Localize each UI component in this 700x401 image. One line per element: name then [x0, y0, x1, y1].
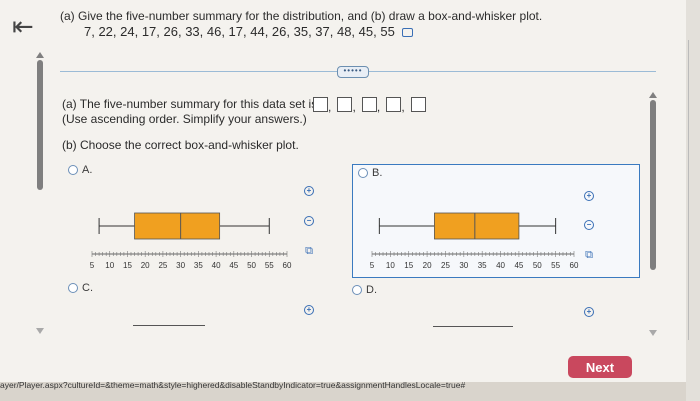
window-edge [686, 0, 700, 401]
boxplot-chart-b: 5 10 15 20 25 30 35 40 45 50 55 60 [370, 212, 579, 270]
x-tick-label: 45 [514, 261, 523, 270]
more-button[interactable]: ••••• [337, 66, 369, 78]
x-tick-label: 25 [441, 261, 450, 270]
scroll-up-arrow-icon[interactable] [36, 52, 44, 58]
status-url: ayer/Player.aspx?cultureId=&theme=math&s… [0, 380, 466, 390]
part-a-text: (a) The five-number summary for this dat… [62, 97, 317, 127]
x-tick-label: 60 [283, 261, 292, 270]
right-scrollbar-thumb[interactable] [650, 100, 656, 270]
zoom-in-icon-d[interactable]: + [582, 305, 596, 319]
iqr-box [434, 212, 520, 240]
x-tick-label: 30 [176, 261, 185, 270]
right-scroll-up-arrow-icon[interactable] [649, 92, 657, 98]
zoom-in-icon-c[interactable]: + [302, 303, 316, 317]
copy-data-icon[interactable] [402, 28, 414, 38]
x-tick-label: 35 [478, 261, 487, 270]
x-tick-label: 5 [90, 261, 95, 270]
answer-box-q1[interactable] [337, 97, 353, 113]
option-c-plot-partial [133, 325, 205, 326]
option-d-plot-partial [433, 326, 513, 327]
next-button[interactable]: Next [568, 356, 632, 378]
question-panel: ⇤ (a) Give the five-number summary for t… [0, 0, 686, 382]
answer-box-max[interactable] [410, 97, 426, 113]
option-a[interactable]: A. [68, 164, 92, 176]
x-tick-label: 10 [386, 261, 395, 270]
option-c-radio[interactable] [68, 283, 78, 293]
x-tick-label: 55 [265, 261, 274, 270]
part-a-line1: (a) The five-number summary for this dat… [62, 97, 318, 111]
option-c[interactable]: C. [68, 282, 93, 294]
x-tick-label: 60 [570, 261, 579, 270]
expand-icon-a[interactable]: ⧉ [302, 244, 316, 258]
zoom-in-icon-a[interactable]: + [302, 184, 316, 198]
x-tick-label: 20 [141, 261, 150, 270]
x-tick-label: 40 [496, 261, 505, 270]
option-a-label: A. [82, 164, 93, 176]
answer-box-q3[interactable] [386, 97, 402, 113]
option-b-label: B. [372, 167, 383, 179]
x-tick-label: 10 [105, 261, 114, 270]
zoom-out-icon-a[interactable]: − [302, 214, 316, 228]
iqr-box [134, 212, 221, 240]
question-prompt: (a) Give the five-number summary for the… [60, 9, 543, 23]
x-tick-label: 40 [212, 261, 221, 270]
option-d-label: D. [366, 284, 377, 296]
x-tick-label: 25 [158, 261, 167, 270]
expand-icon-b[interactable]: ⧉ [582, 248, 596, 262]
zoom-out-icon-b[interactable]: − [582, 218, 596, 232]
part-b-text: (b) Choose the correct box-and-whisker p… [62, 138, 299, 152]
question-text: (a) Give the five-number summary for the… [60, 8, 542, 40]
five-number-answer-boxes: , , , , [313, 96, 426, 114]
zoom-in-icon-b[interactable]: + [582, 189, 596, 203]
x-tick-label: 45 [229, 261, 238, 270]
option-d-radio[interactable] [352, 285, 362, 295]
answer-box-median[interactable] [361, 97, 377, 113]
right-scroll-down-arrow-icon[interactable] [649, 330, 657, 336]
x-tick-label: 50 [533, 261, 542, 270]
option-b[interactable]: B. [358, 167, 382, 179]
part-a-line2: (Use ascending order. Simplify your answ… [62, 112, 307, 126]
scrollbar-thumb[interactable] [37, 60, 43, 190]
x-tick-label: 50 [247, 261, 256, 270]
data-values-text: 7, 22, 24, 17, 26, 33, 46, 17, 44, 26, 3… [84, 24, 395, 39]
x-tick-label: 15 [404, 261, 413, 270]
boxplot-chart-a: 5 10 15 20 25 30 35 40 45 50 55 60 [90, 212, 292, 270]
x-tick-label: 5 [370, 261, 375, 270]
option-a-radio[interactable] [68, 165, 78, 175]
x-tick-label: 35 [194, 261, 203, 270]
option-c-label: C. [82, 282, 93, 294]
option-b-radio[interactable] [358, 168, 368, 178]
scroll-down-arrow-icon[interactable] [36, 328, 44, 334]
x-tick-label: 55 [551, 261, 560, 270]
x-tick-label: 30 [459, 261, 468, 270]
answer-box-min[interactable] [313, 97, 328, 113]
back-arrow-icon[interactable]: ⇤ [12, 14, 34, 40]
data-values: 7, 22, 24, 17, 26, 33, 46, 17, 44, 26, 3… [84, 24, 542, 40]
option-d[interactable]: D. [352, 284, 377, 296]
x-tick-label: 20 [423, 261, 432, 270]
x-tick-label: 15 [123, 261, 132, 270]
